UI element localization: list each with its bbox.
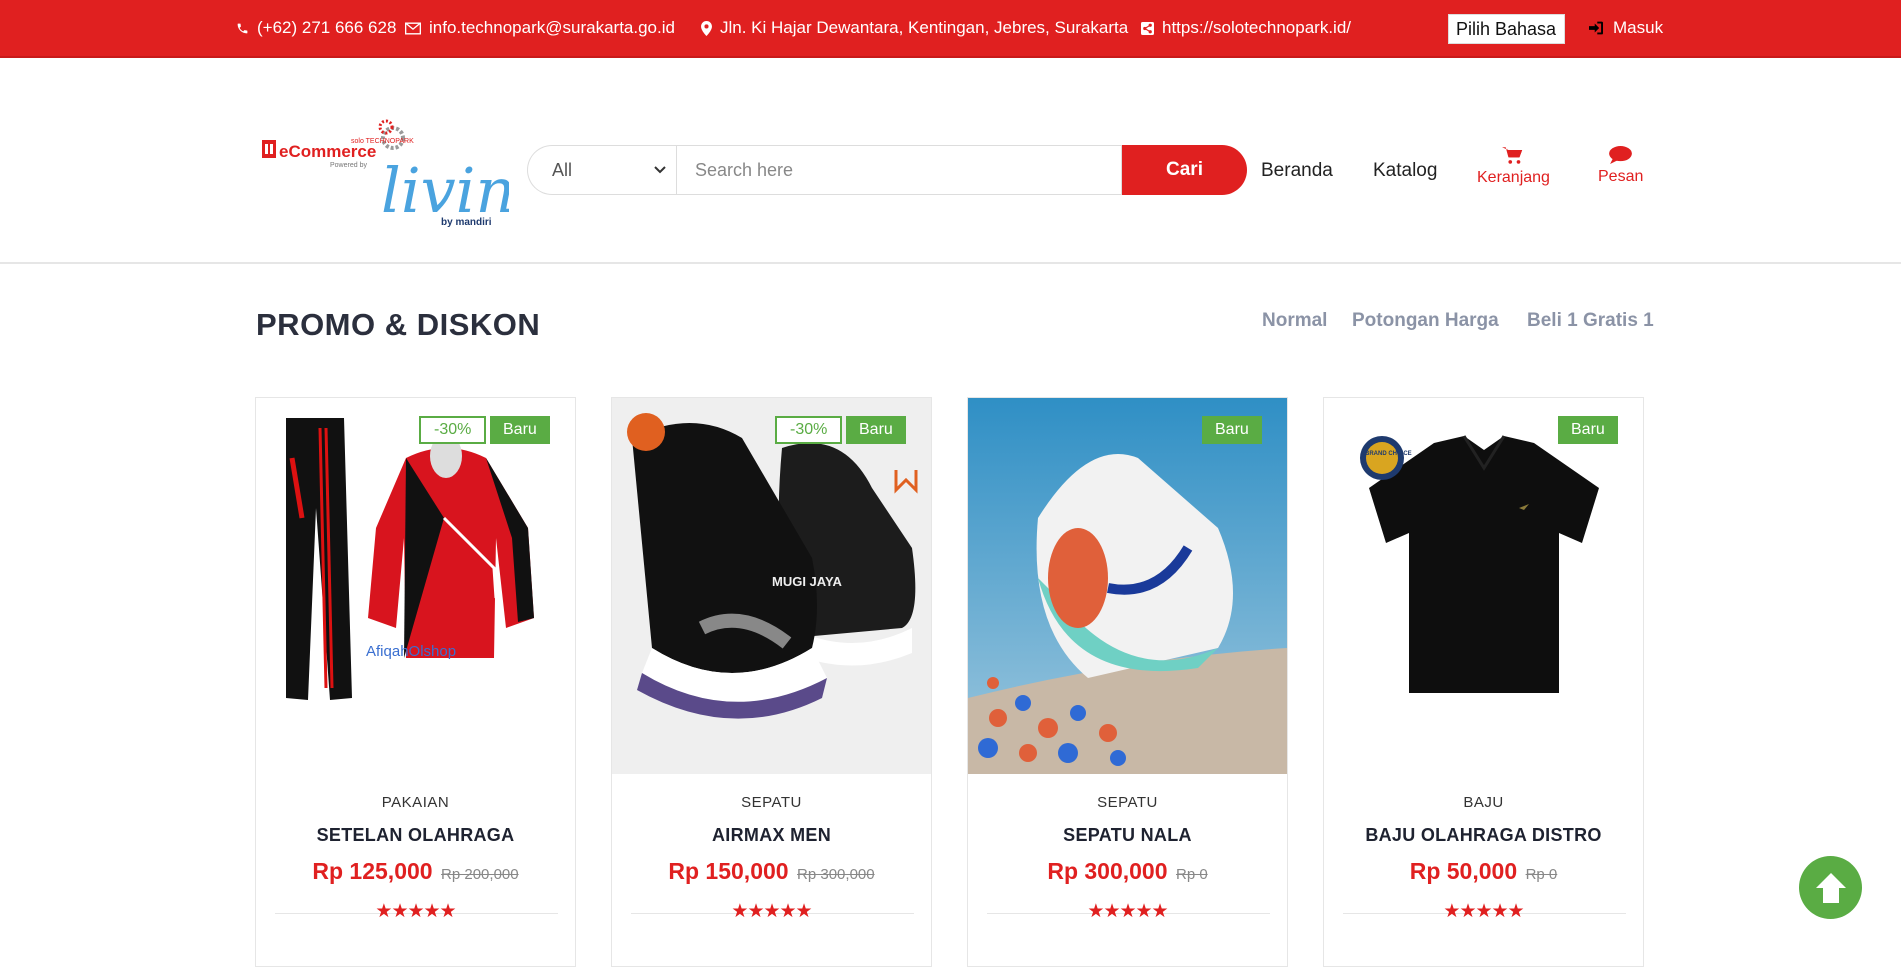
- product-name[interactable]: AIRMAX MEN: [612, 825, 931, 846]
- nav-cart[interactable]: Keranjang: [1477, 146, 1550, 187]
- ecommerce-livin-logo: solo TECHNOPARK eCommerce Powered by liv…: [262, 119, 533, 228]
- product-price: Rp 50,000 Rp 0: [1324, 858, 1643, 885]
- new-badge: Baru: [1202, 416, 1262, 444]
- running-shoe-image: [968, 398, 1287, 774]
- scroll-to-top-button[interactable]: [1799, 856, 1862, 919]
- email-text: info.technopark@surakarta.go.id: [429, 18, 675, 37]
- nav-messages[interactable]: Pesan: [1598, 146, 1643, 186]
- sneaker-image: MUGI JAYA: [612, 398, 931, 774]
- phone-info[interactable]: (+62) 271 666 628: [236, 18, 396, 38]
- email-info[interactable]: info.technopark@surakarta.go.id: [405, 18, 675, 38]
- share-icon: [1141, 21, 1154, 35]
- product-price: Rp 150,000 Rp 300,000: [612, 858, 931, 885]
- new-badge: Baru: [1558, 416, 1618, 444]
- tracksuit-image: AfiqahOlshop: [256, 398, 575, 774]
- website-link[interactable]: https://solotechnopark.id/: [1141, 18, 1351, 38]
- new-badge: Baru: [490, 416, 550, 444]
- comment-icon: [1609, 146, 1633, 164]
- product-name[interactable]: BAJU OLAHRAGA DISTRO: [1324, 825, 1643, 846]
- rating-stars: ★★★★★: [1087, 901, 1168, 922]
- product-image[interactable]: BRAND CHOICE Baru: [1324, 398, 1643, 774]
- login-text: Masuk: [1613, 18, 1664, 37]
- new-badge: Baru: [846, 416, 906, 444]
- filter-buy1get1[interactable]: Beli 1 Gratis 1: [1527, 310, 1654, 332]
- rating-stars: ★★★★★: [1443, 901, 1524, 922]
- current-price: Rp 150,000: [668, 858, 789, 884]
- award-badge-text: BRAND CHOICE: [1365, 451, 1412, 457]
- rating-stars: ★★★★★: [731, 901, 812, 922]
- search-bar: All Search here Cari: [527, 145, 1247, 195]
- sign-in-icon: [1589, 21, 1603, 35]
- current-price: Rp 50,000: [1409, 858, 1518, 884]
- category-select[interactable]: All: [527, 145, 676, 195]
- product-image[interactable]: AfiqahOlshop -30% Baru: [256, 398, 575, 774]
- discount-badge: -30%: [775, 416, 843, 444]
- filter-price-cut[interactable]: Potongan Harga: [1352, 310, 1499, 332]
- search-input[interactable]: Search here: [676, 145, 1122, 195]
- nav-catalog[interactable]: Katalog: [1373, 160, 1437, 182]
- old-price: Rp 0: [1525, 866, 1558, 883]
- phone-text: (+62) 271 666 628: [257, 18, 397, 37]
- current-price: Rp 300,000: [1047, 858, 1168, 884]
- rating-stars: ★★★★★: [375, 901, 456, 922]
- watermark-text: AfiqahOlshop: [366, 643, 456, 660]
- address-text: Jln. Ki Hajar Dewantara, Kentingan, Jebr…: [720, 18, 1129, 37]
- logo-partner-sub: by mandiri: [441, 217, 492, 228]
- search-button[interactable]: Cari: [1122, 145, 1247, 195]
- product-category: PAKAIAN: [381, 794, 450, 811]
- nav-messages-label: Pesan: [1598, 168, 1644, 185]
- product-category: BAJU: [1463, 794, 1504, 811]
- envelope-icon: [405, 22, 421, 34]
- old-price: Rp 200,000: [441, 866, 519, 883]
- product-image[interactable]: Baru: [968, 398, 1287, 774]
- website-text: https://solotechnopark.id/: [1162, 18, 1352, 37]
- discount-badge: -30%: [419, 416, 487, 444]
- address-info: Jln. Ki Hajar Dewantara, Kentingan, Jebr…: [701, 18, 1128, 38]
- current-price: Rp 125,000: [312, 858, 433, 884]
- product-name[interactable]: SEPATU NALA: [968, 825, 1287, 846]
- product-price: Rp 125,000 Rp 200,000: [256, 858, 575, 885]
- top-info-bar: (+62) 271 666 628 info.technopark@suraka…: [0, 0, 1901, 58]
- section-title: PROMO & DISKON: [256, 307, 541, 342]
- old-price: Rp 300,000: [797, 866, 875, 883]
- nav-cart-label: Keranjang: [1477, 169, 1550, 186]
- nav-home[interactable]: Beranda: [1261, 160, 1333, 182]
- logo-powered: Powered by: [330, 162, 367, 169]
- chevron-down-icon: [654, 166, 666, 174]
- filter-normal[interactable]: Normal: [1262, 310, 1327, 332]
- language-select[interactable]: Pilih Bahasa: [1448, 14, 1565, 44]
- phone-icon: [237, 23, 248, 33]
- product-category: SEPATU: [741, 794, 802, 811]
- product-category: SEPATU: [1097, 794, 1158, 811]
- product-card[interactable]: MUGI JAYA -30% Baru SEPATU AIRMAX MEN Rp…: [611, 397, 932, 967]
- cart-icon: [1502, 147, 1523, 164]
- product-card[interactable]: AfiqahOlshop -30% Baru PAKAIAN SETELAN O…: [255, 397, 576, 967]
- category-value: All: [552, 159, 573, 180]
- product-card[interactable]: BRAND CHOICE Baru BAJU BAJU OLAHRAGA DIS…: [1323, 397, 1644, 967]
- watermark-text: MUGI JAYA: [772, 574, 842, 589]
- arrow-up-icon: [1815, 872, 1846, 903]
- logo-brand: eCommerce: [279, 142, 376, 161]
- login-link[interactable]: Masuk: [1588, 18, 1663, 38]
- product-name[interactable]: SETELAN OLAHRAGA: [256, 825, 575, 846]
- product-image[interactable]: MUGI JAYA -30% Baru: [612, 398, 931, 774]
- product-price: Rp 300,000 Rp 0: [968, 858, 1287, 885]
- map-marker-icon: [701, 20, 712, 36]
- product-card[interactable]: Baru SEPATU SEPATU NALA Rp 300,000 Rp 0 …: [967, 397, 1288, 967]
- site-logo[interactable]: solo TECHNOPARK eCommerce Powered by liv…: [259, 60, 533, 230]
- polo-shirt-image: BRAND CHOICE: [1324, 398, 1643, 774]
- old-price: Rp 0: [1175, 866, 1208, 883]
